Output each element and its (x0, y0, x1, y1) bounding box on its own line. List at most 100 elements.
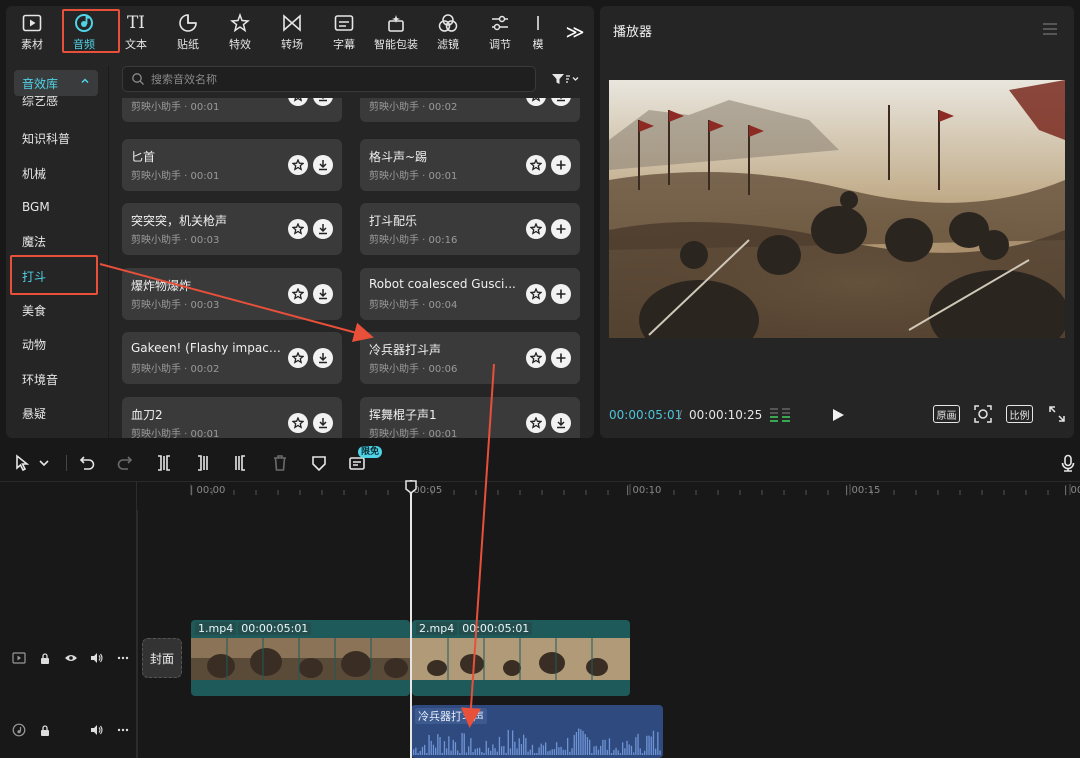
download-button[interactable] (313, 348, 333, 368)
mark-button[interactable] (309, 453, 329, 473)
sound-card[interactable]: 爆炸物爆炸 剪映小助手 · 00:03 (122, 268, 342, 320)
playhead[interactable] (405, 480, 417, 758)
favorite-button[interactable] (288, 348, 308, 368)
tab-smart-pack[interactable]: 智能包装 (370, 6, 422, 56)
video-clip-1[interactable]: 1.mp4 00:00:05:01 (191, 620, 410, 696)
record-audio-button[interactable] (1058, 453, 1078, 473)
waveform-bar (536, 753, 538, 755)
tab-media[interactable]: 素材 (6, 6, 58, 56)
sound-card[interactable]: 突突突，机关枪声 剪映小助手 · 00:03 (122, 203, 342, 255)
eye-icon[interactable] (64, 651, 78, 665)
sound-card[interactable]: 挥舞棍子声1 剪映小助手 · 00:01 (360, 397, 580, 438)
menu-icon[interactable] (1042, 22, 1058, 36)
favorite-button[interactable] (526, 413, 546, 433)
audio-clip[interactable]: 冷兵器打斗声 (411, 705, 663, 758)
lock-icon[interactable] (38, 651, 52, 665)
video-clip-2[interactable]: 2.mp4 00:00:05:01 (412, 620, 630, 696)
playhead-handle[interactable] (405, 480, 417, 494)
category-item[interactable]: 机械 (14, 159, 98, 187)
waveform-bar (496, 751, 498, 755)
filter-sort-button[interactable] (548, 69, 582, 89)
tab-subtitle[interactable]: 字幕 (318, 6, 370, 56)
add-to-track-button[interactable] (551, 284, 571, 304)
sound-card[interactable]: Robot coalesced Gusci... 剪映小助手 · 00:04 (360, 268, 580, 320)
tab-filter[interactable]: 滤镜 (422, 6, 474, 56)
volume-icon[interactable] (90, 723, 104, 737)
waveform-bar (591, 753, 593, 755)
waveform-bar (452, 739, 454, 755)
category-item[interactable]: 环境音 (14, 365, 98, 393)
download-button[interactable] (313, 413, 333, 433)
sound-card[interactable]: 格斗声~踢 剪映小助手 · 00:01 (360, 139, 580, 191)
waveform-bar (421, 746, 424, 755)
favorite-button[interactable] (288, 219, 308, 239)
star-icon (292, 417, 304, 429)
original-quality-button[interactable]: 原画 (933, 405, 960, 423)
sound-card[interactable]: 匕首 剪映小助手 · 00:01 (122, 139, 342, 191)
favorite-button[interactable] (288, 155, 308, 175)
category-item[interactable]: 知识科普 (14, 124, 98, 152)
select-tool-button[interactable] (12, 453, 32, 473)
waveform-bar (593, 746, 595, 755)
waveform-bar (525, 738, 527, 755)
sound-card[interactable]: 冷兵器打斗声 剪映小助手 · 00:06 (360, 332, 580, 384)
aspect-ratio-button[interactable]: 比例 (1006, 405, 1033, 423)
favorite-button[interactable] (288, 413, 308, 433)
tab-adjust[interactable]: 调节 (474, 6, 526, 56)
sound-card[interactable]: Gakeen! (Flashy impact... 剪映小助手 · 00:02 (122, 332, 342, 384)
add-to-track-button[interactable] (551, 155, 571, 175)
favorite-button[interactable] (288, 284, 308, 304)
add-to-track-button[interactable] (551, 348, 571, 368)
favorite-button[interactable] (526, 155, 546, 175)
tab-effects[interactable]: 特效 (214, 6, 266, 56)
sound-card[interactable]: 剪映小助手 · 00:01 (122, 98, 342, 122)
favorite-button[interactable] (288, 98, 308, 106)
tab-template[interactable]: 模 (526, 6, 550, 56)
redo-button[interactable] (115, 453, 135, 473)
expand-toolbar-button[interactable]: ≫ (562, 20, 588, 44)
focus-crop-button[interactable] (973, 404, 993, 424)
delete-button[interactable] (270, 453, 290, 473)
tab-transition[interactable]: 转场 (266, 6, 318, 56)
cursor-icon (16, 454, 30, 472)
lock-icon[interactable] (38, 723, 52, 737)
ruler-label: | 00:00 (190, 485, 226, 496)
add-to-track-button[interactable] (551, 219, 571, 239)
download-icon (319, 224, 327, 235)
tab-sticker[interactable]: 贴纸 (162, 6, 214, 56)
favorite-button[interactable] (526, 219, 546, 239)
volume-icon[interactable] (90, 651, 104, 665)
sound-card[interactable]: 血刀2 剪映小助手 · 00:01 (122, 397, 342, 438)
favorite-button[interactable] (526, 348, 546, 368)
more-icon[interactable] (116, 723, 130, 737)
download-button[interactable] (313, 98, 333, 106)
favorite-button[interactable] (526, 284, 546, 304)
download-button[interactable] (313, 155, 333, 175)
category-item[interactable]: 动物 (14, 330, 98, 358)
split-left-button[interactable] (192, 453, 212, 473)
fullscreen-button[interactable] (1048, 405, 1066, 423)
favorite-button[interactable] (526, 98, 546, 106)
split-button[interactable] (154, 453, 174, 473)
download-button[interactable] (551, 413, 571, 433)
download-button[interactable] (551, 98, 571, 106)
play-icon[interactable] (830, 407, 846, 423)
search-input[interactable]: 搜索音效名称 (122, 66, 536, 92)
split-right-button[interactable] (231, 453, 251, 473)
category-item[interactable]: 美食 (14, 296, 98, 324)
sound-card[interactable]: 剪映小助手 · 00:02 (360, 98, 580, 122)
download-button[interactable] (313, 219, 333, 239)
more-icon[interactable] (116, 651, 130, 665)
waveform-bar (446, 748, 448, 755)
download-button[interactable] (313, 284, 333, 304)
tab-label: 素材 (21, 38, 43, 51)
category-item[interactable]: BGM (14, 193, 98, 221)
timeline-ruler[interactable]: | 00:00 |00:05 | 00:10 | 00:15 | 00 (190, 482, 1080, 504)
sound-card[interactable]: 打斗配乐 剪映小助手 · 00:16 (360, 203, 580, 255)
select-mode-dropdown[interactable] (37, 453, 51, 473)
category-item[interactable]: 悬疑 (14, 399, 98, 427)
undo-button[interactable] (77, 453, 97, 473)
category-item[interactable]: 魔法 (14, 227, 98, 255)
sound-library-header[interactable]: 音效库 (14, 70, 98, 96)
cover-button[interactable]: 封面 (142, 638, 182, 678)
